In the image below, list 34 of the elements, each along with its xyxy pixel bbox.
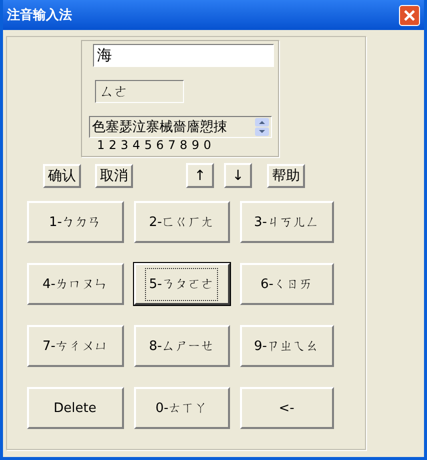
dialog-button[interactable]: 取消 [95,164,133,188]
close-icon [403,8,416,22]
dialog-button[interactable]: 确认 [43,164,81,188]
key-button[interactable]: 6-ㄑㄖㄞ [240,263,334,305]
phonetic-field: ㄙㄜ [95,80,184,103]
candidate-number: 2 [108,138,116,152]
candidate-number: 4 [132,138,140,152]
candidate-number: 9 [192,138,200,152]
window-title: 注音输入法 [7,6,72,24]
candidate-number: 6 [156,138,164,152]
key-button[interactable]: 1-ㄅㄉㄢ [26,201,124,243]
candidate-number: 1 [97,138,105,152]
candidate-number: 0 [203,138,212,152]
key-button[interactable]: 2-ㄈㄍㄏㄤ [134,201,230,243]
key-button[interactable]: 4-ㄌㄇㄡㄣ [26,263,124,305]
candidate-list: 色塞瑟泣寨械嗇廧愬捒 [92,118,227,136]
candidate-number: 3 [120,138,128,152]
candidate-number: 7 [168,138,176,152]
arrow-button[interactable]: ↑ [186,163,214,188]
key-button[interactable]: 8-ㄙㄕㄧㄝ [134,325,230,367]
key-button[interactable]: Delete [26,387,124,429]
key-button[interactable]: 7-ㄘㄔㄨㄩ [26,325,124,367]
help-button[interactable]: 帮助 [267,164,305,188]
arrow-button[interactable]: ↓ [224,163,252,188]
close-button[interactable] [399,4,420,26]
candidate-number: 8 [180,138,188,152]
candidate-number: 5 [144,138,152,152]
key-button[interactable]: <- [240,387,334,429]
key-button[interactable]: 5-ㄋㄆㄛㄜ [134,263,230,305]
key-button[interactable]: 0-ㄊㄒㄚ [134,387,230,429]
composition-field[interactable]: 海 [93,44,274,67]
spinner-icon[interactable] [255,118,269,136]
key-button[interactable]: 3-ㄐㄎㄦㄥ [240,201,334,243]
key-button[interactable]: 9-ㄗㄓㄟㄠ [240,325,334,367]
